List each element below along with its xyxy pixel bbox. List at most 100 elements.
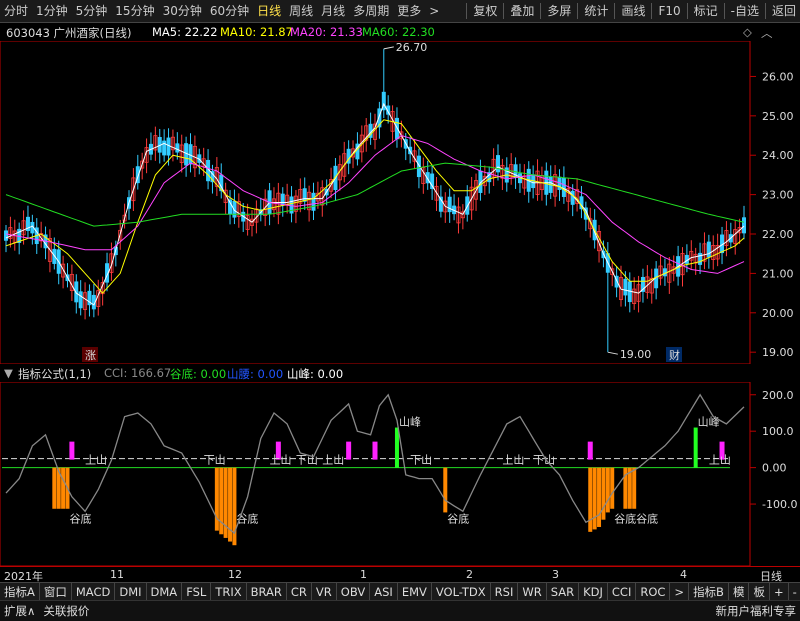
xiashan-label-1: 下山 [204, 454, 226, 467]
candle-body-150 [663, 269, 666, 276]
period-button-8[interactable]: 月线 [317, 0, 349, 22]
period-button-4[interactable]: 30分钟 [159, 0, 206, 22]
high-pointer [384, 47, 394, 49]
period-button-9[interactable]: 多周期 [349, 0, 393, 22]
more-arrow-icon[interactable]: > [425, 0, 443, 22]
trough-bar-3-136 [601, 468, 605, 520]
indicator-tab-17[interactable]: KDJ [579, 583, 608, 601]
indicator-tab-0[interactable]: 指标A [0, 583, 40, 601]
indicator-tab-18[interactable]: CCI [608, 583, 636, 601]
action-button-3[interactable]: 统计 [580, 0, 612, 22]
trough-bar-3-133 [588, 468, 592, 532]
signal-bar-2 [346, 442, 351, 460]
y-tick-label-7: 26.00 [762, 70, 794, 83]
indicator-tab-13[interactable]: VOL-TDX [432, 583, 491, 601]
action-button-0[interactable]: 复权 [469, 0, 501, 22]
date-label-2: 12 [228, 568, 242, 581]
date-label-3: 1 [360, 568, 367, 581]
indicator-tab-6[interactable]: TRIX [211, 583, 246, 601]
indicator-tab-23[interactable]: 板 [749, 583, 770, 601]
date-label-1: 11 [110, 568, 124, 581]
related-quotes-button[interactable]: 关联报价 [39, 603, 93, 619]
indicator-tab-7[interactable]: BRAR [247, 583, 287, 601]
indicator-tab-20[interactable]: > [670, 583, 689, 601]
promo-link[interactable]: 新用户福利专享 [712, 603, 800, 619]
trough-bar-0-11 [52, 468, 56, 509]
candlestick-chart[interactable]: 19.0020.0021.0022.0023.0024.0025.0026.00… [0, 41, 800, 364]
action-button-4[interactable]: 画线 [617, 0, 649, 22]
action-button-7[interactable]: -自选 [727, 0, 763, 22]
indicator-tab-10[interactable]: OBV [337, 583, 370, 601]
expand-button[interactable]: 扩展∧ [0, 603, 39, 619]
indicator-name[interactable]: 指标公式(1,1) [18, 366, 91, 382]
period-button-10[interactable]: 更多 [393, 0, 425, 22]
indicator-chart[interactable]: 200.0100.00.00-100.0谷底谷底谷底谷底谷底山峰山峰上山下山上山… [0, 382, 800, 566]
indicator-tab-24[interactable]: + [770, 583, 789, 601]
indicator-tab-16[interactable]: SAR [547, 583, 579, 601]
indicator-tab-11[interactable]: ASI [370, 583, 398, 601]
period-button-0[interactable]: 分时 [0, 0, 32, 22]
trough-bar-1-49 [219, 468, 223, 535]
period-button-3[interactable]: 15分钟 [111, 0, 158, 22]
action-button-1[interactable]: 叠加 [506, 0, 538, 22]
indicator-tab-5[interactable]: FSL [182, 583, 211, 601]
chevron-up-icon[interactable]: ︿ [761, 25, 773, 41]
candle-body-63 [281, 194, 284, 205]
indicator-tab-12[interactable]: EMV [398, 583, 432, 601]
candle-body-70 [312, 193, 315, 210]
y-tick-label-6: 25.00 [762, 110, 794, 123]
indicator-tab-19[interactable]: ROC [636, 583, 670, 601]
action-button-5[interactable]: F10 [654, 0, 684, 22]
y-tick-label-3: 22.00 [762, 228, 794, 241]
gudi-label-4: 谷底 [636, 511, 658, 525]
shanyao-label: 山腰: 0.00 [227, 366, 283, 382]
ma10-label: MA10: 21.87 [220, 25, 293, 39]
period-button-6[interactable]: 日线 [253, 0, 285, 22]
indicator-tab-15[interactable]: WR [518, 583, 546, 601]
indicator-tab-21[interactable]: 指标B [689, 583, 729, 601]
action-button-8[interactable]: 返回 [768, 0, 800, 22]
indicator-tab-1[interactable]: 窗口 [40, 583, 72, 601]
y-tick-label-0: 19.00 [762, 346, 794, 359]
peak-bar-0 [395, 428, 399, 468]
trough-bar-2-100 [443, 468, 447, 513]
indicator-tab-25[interactable]: - [789, 583, 800, 601]
zhang-marker: 涨 [85, 349, 96, 362]
y-tick-label-5: 24.00 [762, 149, 794, 162]
date-label-4: 2 [466, 568, 473, 581]
period-button-7[interactable]: 周线 [285, 0, 317, 22]
candle-body-0 [4, 231, 7, 240]
candle-body-17 [79, 292, 82, 308]
candle-body-168 [742, 218, 745, 233]
high-label: 26.70 [396, 41, 428, 54]
indicator-tab-3[interactable]: DMI [115, 583, 146, 601]
bottom-status-bar: 扩展∧ 关联报价 新用户福利专享 [0, 600, 800, 621]
trough-bar-0-13 [61, 468, 65, 509]
indicator-tab-9[interactable]: VR [312, 583, 337, 601]
period-button-2[interactable]: 5分钟 [72, 0, 112, 22]
period-toolbar: 分时1分钟5分钟15分钟30分钟60分钟日线周线月线多周期更多> 复权叠加多屏统计… [0, 0, 800, 23]
indicator-tab-22[interactable]: 模 [729, 583, 750, 601]
gudi-label-3: 谷底 [614, 511, 636, 525]
indicator-tab-14[interactable]: RSI [491, 583, 519, 601]
candle-body-129 [571, 191, 574, 204]
indicator-tab-2[interactable]: MACD [72, 583, 115, 601]
indicator-tab-4[interactable]: DMA [147, 583, 183, 601]
period-button-1[interactable]: 1分钟 [32, 0, 72, 22]
action-button-6[interactable]: 标记 [690, 0, 722, 22]
indicator-tabs: 指标A窗口MACDDMIDMAFSLTRIXBRARCRVROBVASIEMVV… [0, 582, 800, 601]
period-button-5[interactable]: 60分钟 [206, 0, 253, 22]
action-button-2[interactable]: 多屏 [543, 0, 575, 22]
candle-body-101 [448, 197, 451, 212]
dropdown-arrow-icon[interactable]: ▼ [4, 366, 13, 380]
candle-body-112 [496, 155, 499, 171]
y-tick-label-1: 20.00 [762, 307, 794, 320]
ind-tick-label-2: 0.00 [762, 462, 787, 475]
indicator-tab-8[interactable]: CR [287, 583, 312, 601]
low-pointer [608, 352, 618, 354]
trough-bar-1-48 [215, 468, 219, 531]
peak-label-0: 山峰 [399, 416, 421, 429]
trough-bar-3-138 [610, 468, 614, 509]
y-tick-label-2: 21.00 [762, 267, 794, 280]
diamond-icon[interactable]: ◇ [743, 25, 752, 39]
